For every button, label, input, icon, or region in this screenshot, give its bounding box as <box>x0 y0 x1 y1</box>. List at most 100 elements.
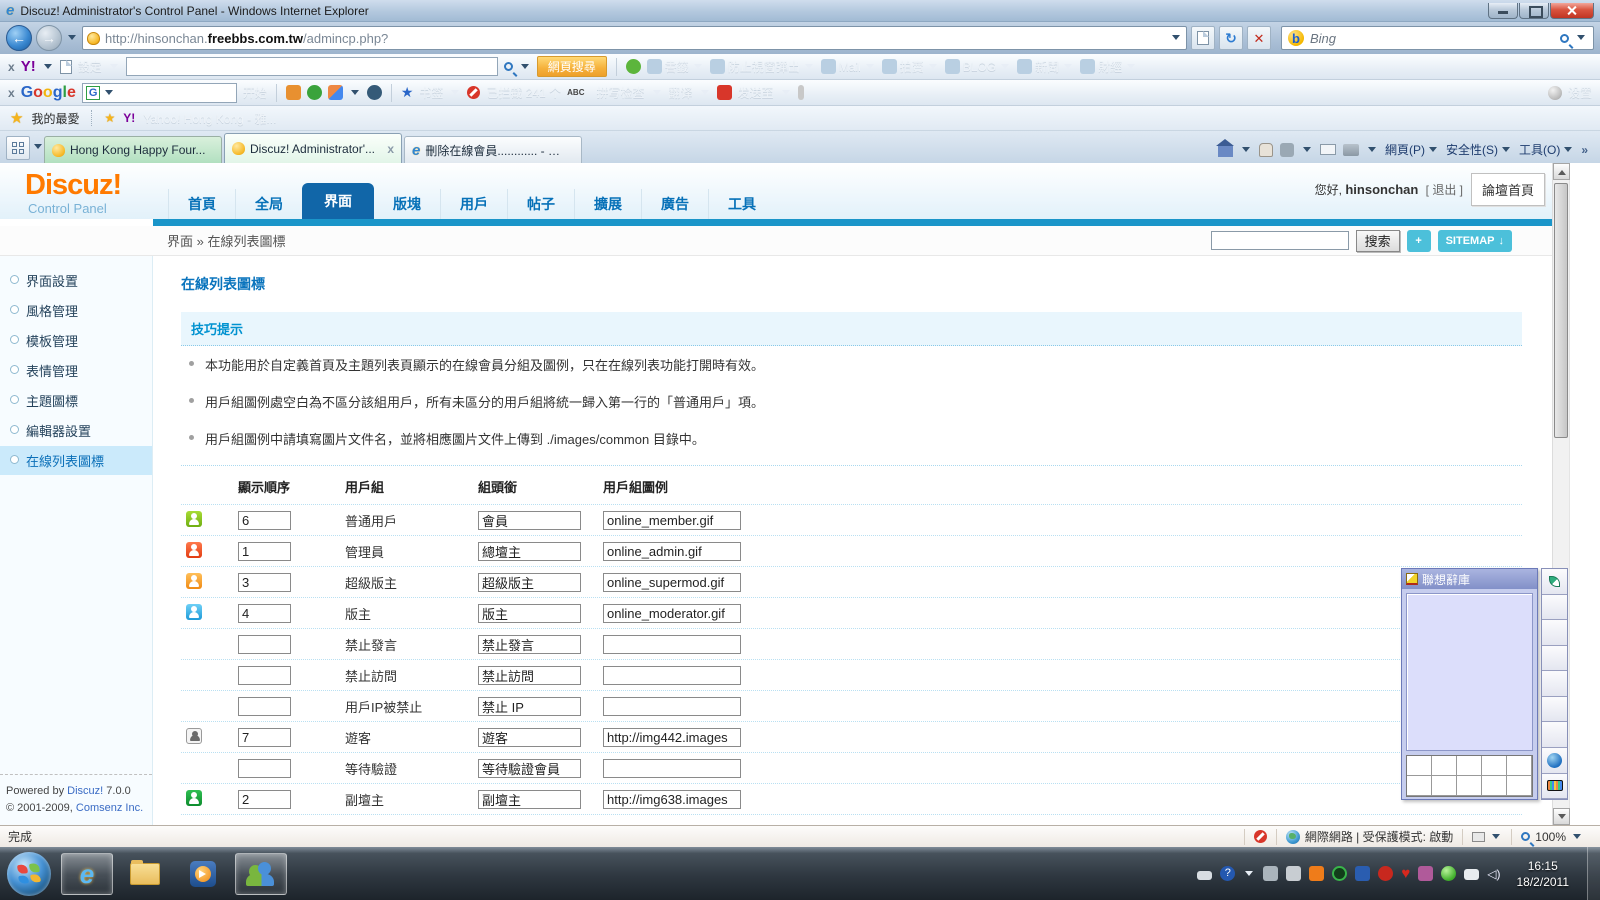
address-field[interactable]: http://hinsonchan.freebbs.com.tw/admincp… <box>82 26 1187 50</box>
ime-quill-button[interactable] <box>1542 569 1567 595</box>
translate-dropdown-icon[interactable] <box>701 90 709 99</box>
tray-green-orb-icon[interactable] <box>1441 866 1456 881</box>
yahoo-web-search-button[interactable]: 網頁搜尋 <box>537 56 607 77</box>
group-image-input[interactable] <box>603 542 741 561</box>
sitemap-button[interactable]: SITEMAP↓ <box>1438 230 1512 252</box>
tray-printer-icon[interactable] <box>1286 866 1301 881</box>
display-order-input[interactable] <box>238 666 291 685</box>
sidebar-item[interactable]: 表情管理 <box>0 356 152 385</box>
tray-ime-tool-icon[interactable] <box>1263 866 1278 881</box>
tray-volume-muted-icon[interactable] <box>1378 866 1393 881</box>
yahoo-toolbar-item[interactable]: 新聞 <box>1017 58 1074 75</box>
send-to-icon[interactable] <box>717 85 732 100</box>
yahoo-toolbar-close-button[interactable]: x <box>8 60 15 74</box>
ime-blank-button[interactable] <box>1542 722 1567 748</box>
discuz-nav-tab[interactable]: 版塊 <box>374 189 440 219</box>
security-zone[interactable]: 網際網路 | 受保護模式: 啟動 <box>1276 829 1462 845</box>
discuz-nav-tab[interactable]: 工具 <box>708 189 775 219</box>
yahoo-settings-label[interactable]: 設定 <box>78 58 102 75</box>
spellcheck-label[interactable]: 拼写检查 <box>596 84 644 101</box>
print-icon[interactable] <box>1343 144 1359 156</box>
browser-tab[interactable]: e 刪除在線會員............ - 。【... <box>404 136 582 163</box>
tray-heart-icon[interactable]: ♥ <box>1401 866 1410 881</box>
group-title-input[interactable] <box>478 635 581 654</box>
address-dropdown-icon[interactable] <box>1172 35 1180 44</box>
tray-purple-app-icon[interactable] <box>1418 866 1433 881</box>
google-bookmarks-dropdown-icon[interactable] <box>451 90 459 99</box>
discuz-nav-tab[interactable]: 全局 <box>235 189 302 219</box>
browser-tab[interactable]: Hong Kong Happy Four... <box>44 136 222 163</box>
google-sharing-icon[interactable] <box>307 85 322 100</box>
group-title-input[interactable] <box>478 666 581 685</box>
minimize-button[interactable] <box>1488 3 1518 19</box>
group-title-input[interactable] <box>478 728 581 747</box>
discuz-nav-tab[interactable]: 帖子 <box>507 189 574 219</box>
taskbar-ie-button[interactable]: e <box>61 853 113 895</box>
home-dropdown-icon[interactable] <box>1242 147 1250 156</box>
discuz-nav-tab[interactable]: 擴展 <box>574 189 641 219</box>
tray-keyboard-icon[interactable] <box>1197 871 1212 880</box>
google-bookmark-star-icon[interactable]: ★ <box>401 84 414 101</box>
back-button[interactable]: ← <box>6 25 32 51</box>
taskbar-messenger-button[interactable] <box>235 853 287 895</box>
google-earth-icon[interactable] <box>367 85 382 100</box>
history-dropdown-icon[interactable] <box>68 35 76 44</box>
group-image-input[interactable] <box>603 573 741 592</box>
send-to-dropdown-icon[interactable] <box>782 90 790 99</box>
send-to-label[interactable]: 发送至 <box>738 84 774 101</box>
google-box-dropdown-icon[interactable] <box>105 90 113 99</box>
discuz-nav-tab[interactable]: 用戶 <box>440 189 507 219</box>
tray-speaker-icon[interactable]: ◁) <box>1487 868 1500 880</box>
favorites-star-icon[interactable]: ★ <box>10 109 23 127</box>
display-order-input[interactable] <box>238 511 291 530</box>
sidebar-item[interactable]: 編輯器設置 <box>0 416 152 445</box>
discuz-nav-tab[interactable]: 廣告 <box>641 189 708 219</box>
favorites-label[interactable]: 我的最愛 <box>31 110 79 127</box>
display-order-input[interactable] <box>238 635 291 654</box>
google-apps-icon[interactable] <box>328 85 343 100</box>
print-dropdown-icon[interactable] <box>1368 147 1376 156</box>
search-icon[interactable] <box>1560 34 1569 43</box>
group-image-input[interactable] <box>603 728 741 747</box>
browser-tab[interactable]: Discuz! Administrator'... x <box>224 133 402 163</box>
taskbar-media-player-button[interactable] <box>177 853 229 895</box>
google-orkut-icon[interactable] <box>286 85 301 100</box>
group-image-input[interactable] <box>603 790 741 809</box>
sidebar-item[interactable]: 主題圖標 <box>0 386 152 415</box>
scrollbar-thumb[interactable] <box>1554 183 1568 438</box>
tray-overflow-icon[interactable] <box>1245 871 1253 880</box>
display-order-input[interactable] <box>238 573 291 592</box>
tray-webcam-icon[interactable] <box>1332 866 1347 881</box>
admin-search-input[interactable] <box>1211 231 1349 250</box>
sidebar-item[interactable]: 風格管理 <box>0 296 152 325</box>
google-bookmarks-label[interactable]: 书签 <box>419 84 443 101</box>
admin-search-button[interactable]: 搜索 <box>1356 230 1400 252</box>
tab-list-dropdown-icon[interactable] <box>34 144 42 153</box>
yahoo-search-input[interactable] <box>126 57 498 76</box>
yahoo-settings-dropdown-icon[interactable] <box>110 64 118 73</box>
translate-label[interactable]: 翻译 <box>669 84 693 101</box>
display-order-input[interactable] <box>238 759 291 778</box>
tray-network-icon[interactable] <box>1464 869 1479 880</box>
google-settings-icon[interactable] <box>1548 86 1562 100</box>
overflow-chevron-icon[interactable]: » <box>1581 143 1588 157</box>
scroll-up-button[interactable] <box>1553 163 1570 180</box>
compatibility-view-button[interactable] <box>1191 26 1215 50</box>
refresh-button[interactable]: ↻ <box>1219 26 1243 50</box>
home-icon[interactable] <box>1218 146 1233 157</box>
stop-button[interactable]: ✕ <box>1247 26 1271 50</box>
yahoo-toolbar-item[interactable]: 拍賣 <box>882 58 939 75</box>
group-title-input[interactable] <box>478 697 581 716</box>
yahoo-search-icon[interactable] <box>504 62 513 71</box>
yahoo-search-dropdown-icon[interactable] <box>521 64 529 73</box>
ime-title-bar[interactable]: 聯想辭庫 <box>1402 569 1537 589</box>
sitemap-plus-button[interactable]: + <box>1407 230 1431 252</box>
compatibility-status[interactable] <box>1462 829 1511 845</box>
yahoo-add-bookmark-icon[interactable] <box>626 59 641 74</box>
show-desktop-button[interactable] <box>1587 847 1600 900</box>
ime-bubble-button[interactable] <box>1542 748 1567 774</box>
ime-key-grid[interactable] <box>1406 755 1533 797</box>
group-title-input[interactable] <box>478 759 581 778</box>
discuz-nav-tab[interactable]: 首頁 <box>168 189 235 219</box>
google-start-label[interactable]: 开始 <box>243 84 267 101</box>
